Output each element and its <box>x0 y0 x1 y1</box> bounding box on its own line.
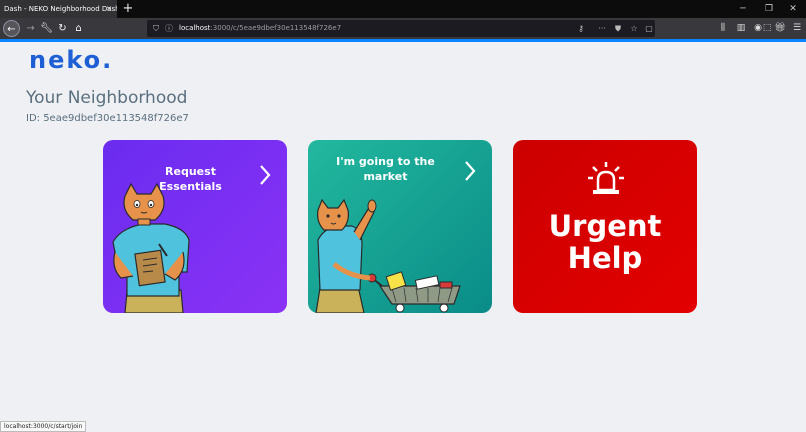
accent-line <box>0 39 806 42</box>
urgent-help-line1: Urgent <box>548 209 662 243</box>
home-icon[interactable]: ⌂ <box>70 20 87 37</box>
key-icon[interactable]: ⚷ <box>575 20 587 37</box>
restore-icon[interactable]: ❐ <box>756 0 782 18</box>
back-button-icon[interactable]: ← <box>3 20 20 37</box>
urgent-help-card[interactable]: Urgent Help <box>513 140 697 313</box>
screenshot-icon[interactable]: ⬚ <box>760 20 774 37</box>
urgent-help-label: Urgent Help <box>513 210 697 275</box>
cat-with-shopping-cart-illustration <box>315 198 461 313</box>
more-actions-icon[interactable]: ··· <box>596 20 608 37</box>
url-text[interactable]: localhost:3000/c/5eae9dbef30e113548f726e… <box>179 20 341 37</box>
siren-alarm-icon <box>588 162 624 194</box>
request-essentials-card[interactable]: Request Essentials <box>103 140 287 313</box>
going-to-market-card[interactable]: I'm going to the market <box>308 140 492 313</box>
navigation-toolbar: ← → 🔧︎ ↻ ⌂ ⛉ ⓘ localhost:3000/c/5eae9dbe… <box>0 18 806 39</box>
tab-close-icon[interactable]: × <box>104 0 114 18</box>
tab-strip: Dash - NEKO Neighborhood Dashb × + ─ ❐ ✕ <box>0 0 806 18</box>
close-window-icon[interactable]: ✕ <box>780 0 806 18</box>
status-bar-url: localhost:3000/c/start/join <box>0 421 87 432</box>
new-tab-button[interactable]: + <box>121 0 135 18</box>
browser-tab[interactable]: Dash - NEKO Neighborhood Dashb <box>0 0 117 18</box>
gift-icon[interactable]: 🎁︎ <box>773 20 787 37</box>
cat-with-clipboard-illustration <box>112 182 190 313</box>
neko-logo[interactable]: neko. <box>29 46 113 74</box>
reload-icon[interactable]: ↻ <box>54 20 71 37</box>
bookmark-star-icon[interactable]: ☆ <box>628 20 640 37</box>
url-host: localhost <box>179 24 211 32</box>
reader-icon[interactable]: ▢ <box>643 20 655 37</box>
page-title: Your Neighborhood <box>26 88 188 108</box>
library-icon[interactable]: ⫼ <box>716 20 730 37</box>
menu-icon[interactable]: ☰ <box>790 20 804 37</box>
sidebar-icon[interactable]: ▥ <box>734 20 748 37</box>
pocket-icon[interactable]: ⛊ <box>612 20 624 37</box>
forward-button-icon[interactable]: → <box>22 20 39 37</box>
urgent-help-line2: Help <box>567 241 643 276</box>
url-path: :3000/c/5eae9dbef30e113548f726e7 <box>210 24 342 32</box>
minimize-icon[interactable]: ─ <box>730 0 756 18</box>
info-icon[interactable]: ⓘ <box>163 20 175 37</box>
shield-icon[interactable]: ⛉ <box>150 20 162 37</box>
url-bar[interactable]: ⛉ ⓘ localhost:3000/c/5eae9dbef30e113548f… <box>147 20 655 37</box>
neighborhood-id: ID: 5eae9dbef30e113548f726e7 <box>26 113 189 124</box>
wrench-icon[interactable]: 🔧︎ <box>38 20 55 37</box>
